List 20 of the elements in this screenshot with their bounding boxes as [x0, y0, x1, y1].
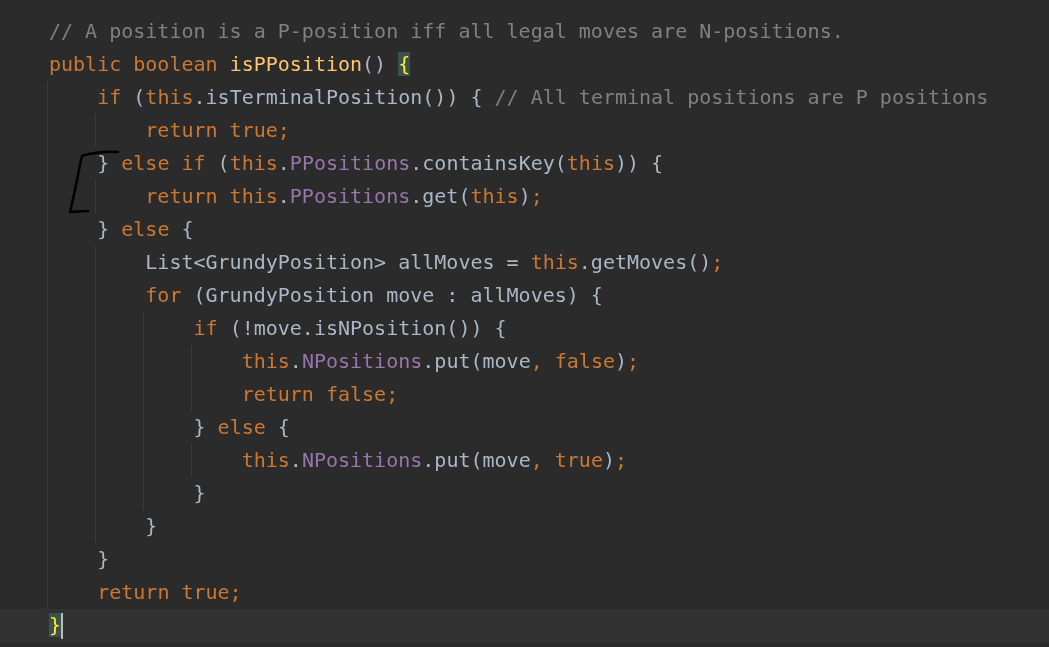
code-line: return this.PPositions.get(this); — [145, 183, 543, 210]
code-line: } — [145, 513, 158, 540]
code-line: if (!move.isNPosition()) { — [193, 315, 507, 342]
text-caret — [61, 612, 64, 639]
code-line: } else if (this.PPositions.containsKey(this)) { — [97, 150, 664, 177]
code-line: this.NPositions.put(move, true); — [241, 447, 627, 474]
code-line: } else { — [97, 216, 194, 243]
code-line: // A position is a P-position iff all legal moves are N-positions. — [49, 18, 844, 45]
code-line: } — [193, 480, 206, 507]
code-line: return false; — [241, 381, 399, 408]
code-line: for (GrundyPosition move : allMoves) { — [145, 282, 603, 309]
code-line: this.NPositions.put(move, false); — [241, 348, 640, 375]
code-line: List<GrundyPosition> allMoves = this.getMoves(); — [145, 249, 724, 276]
code-line: return true; — [145, 117, 290, 144]
hand-drawn-bracket — [68, 150, 120, 214]
code-line: } — [97, 546, 110, 573]
code-line: } else { — [193, 414, 290, 441]
code-line: if (this.isTerminalPosition()) { // All terminal positions are P positions — [97, 84, 989, 111]
code-line: public boolean isPPosition() { — [49, 51, 411, 78]
code-line: return true; — [97, 579, 242, 606]
